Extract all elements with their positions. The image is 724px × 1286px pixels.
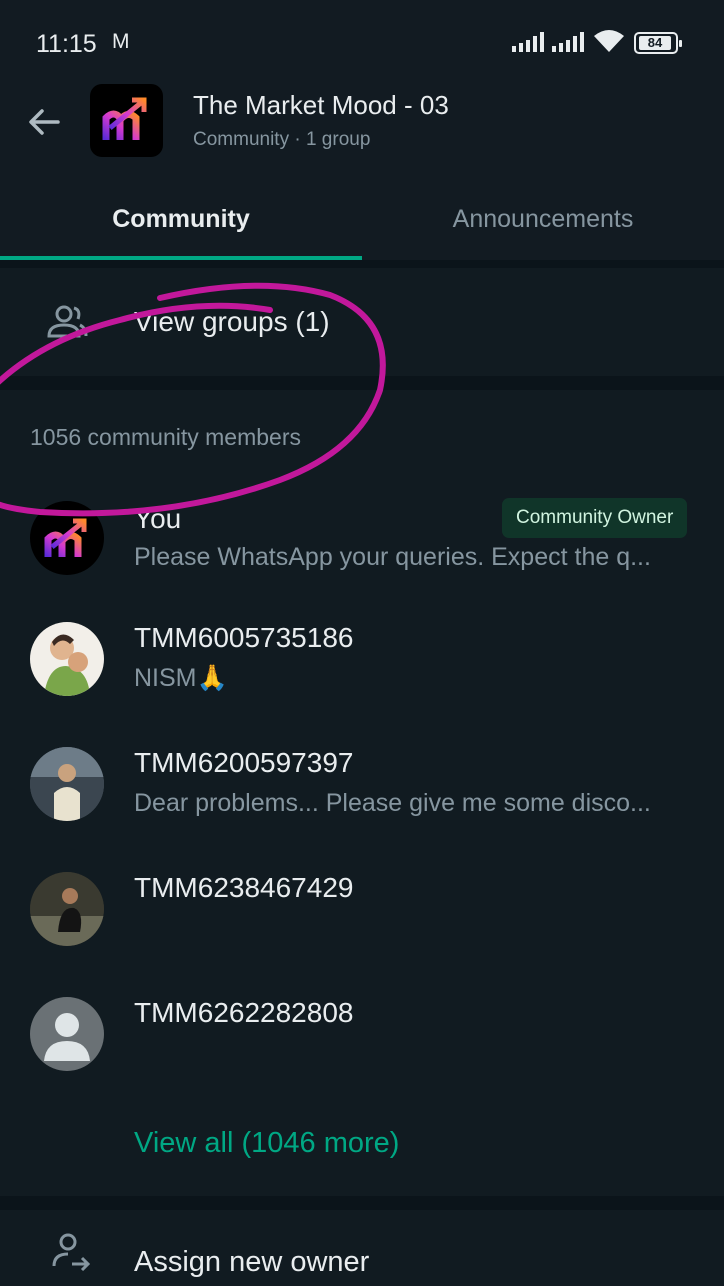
tab-announcements[interactable]: Announcements <box>362 190 724 262</box>
member-count: 1056 community members <box>30 424 301 450</box>
view-groups-label: View groups (1) <box>134 306 330 337</box>
member-row[interactable]: TMM6005735186 NISM🙏 <box>0 622 724 742</box>
default-avatar-icon <box>30 997 104 1071</box>
tab-bar: Community Announcements <box>0 190 724 262</box>
member-status: Please WhatsApp your queries. Expect the… <box>134 543 651 571</box>
view-groups-row[interactable]: View groups (1) <box>0 268 724 376</box>
assign-owner-icon <box>52 1233 90 1272</box>
member-name: You <box>134 503 182 534</box>
signal-icon <box>512 32 544 52</box>
tab-community[interactable]: Community <box>0 190 362 262</box>
section-divider <box>0 1196 724 1210</box>
member-status: NISM🙏 <box>134 664 228 692</box>
member-row[interactable]: TMM6262282808 <box>0 997 724 1117</box>
view-all-link[interactable]: View all (1046 more) <box>134 1127 399 1160</box>
market-mood-logo-icon <box>102 97 147 140</box>
member-name: TMM6200597397 <box>134 747 354 778</box>
avatar <box>30 872 104 946</box>
battery-level: 84 <box>639 36 671 50</box>
avatar <box>30 747 104 821</box>
assign-new-owner-label: Assign new owner <box>134 1246 370 1278</box>
battery-icon: 84 <box>634 32 682 54</box>
status-time: 11:15 <box>36 30 97 58</box>
market-mood-logo-icon <box>44 518 87 557</box>
groups-icon <box>47 305 88 338</box>
member-row[interactable]: TMM6238467429 <box>0 872 724 992</box>
member-row[interactable]: TMM6200597397 Dear problems... Please gi… <box>0 747 724 867</box>
community-owner-badge: Community Owner <box>502 498 688 538</box>
member-name: TMM6238467429 <box>134 872 354 903</box>
person-photo-icon <box>30 747 104 821</box>
assign-new-owner-row[interactable]: Assign new owner <box>0 1210 724 1286</box>
community-logo[interactable] <box>90 84 163 157</box>
person-photo-icon <box>30 872 104 946</box>
member-name: TMM6262282808 <box>134 997 354 1028</box>
member-name: TMM6005735186 <box>134 622 354 653</box>
signal-icon <box>552 32 584 52</box>
community-title[interactable]: The Market Mood - 03 <box>193 90 449 121</box>
section-divider <box>0 376 724 390</box>
back-arrow-icon[interactable] <box>24 102 64 142</box>
avatar <box>30 622 104 696</box>
avatar <box>30 501 104 575</box>
member-status: Dear problems... Please give me some dis… <box>134 789 651 817</box>
person-illustration-icon <box>44 634 90 696</box>
app-header: The Market Mood - 03 Community · 1 group <box>0 70 724 190</box>
divider <box>0 260 724 268</box>
wifi-icon <box>594 30 624 52</box>
gmail-icon: M <box>112 30 130 53</box>
community-subtitle: Community · 1 group <box>193 129 371 150</box>
